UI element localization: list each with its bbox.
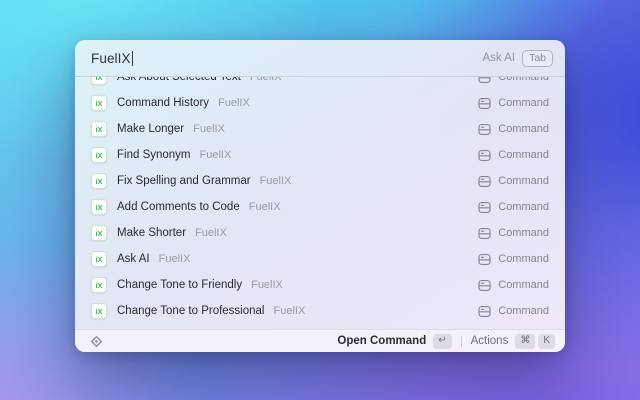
command-title: Add Comments to Code (117, 201, 240, 213)
command-type-icon (478, 253, 491, 266)
fuelix-app-icon: iX (91, 147, 107, 163)
command-title: Change Tone to Friendly (117, 279, 243, 291)
command-type-icon (478, 201, 491, 214)
command-type-label: Command (498, 149, 549, 161)
command-type-icon (478, 97, 491, 110)
launcher-window: FuelIX Ask AI Tab iX Ask About Selected … (75, 40, 565, 352)
command-subtitle: FuelIX (259, 175, 292, 187)
fuelix-app-icon: iX (91, 77, 107, 85)
command-type-icon (478, 149, 491, 162)
footer-divider (460, 335, 462, 347)
command-subtitle: FuelIX (218, 97, 250, 109)
command-title: Change Tone to Professional (117, 305, 265, 317)
actions-button[interactable]: Actions (471, 335, 509, 347)
command-subtitle: FuelIX (248, 201, 281, 213)
k-key-badge: K (538, 333, 555, 349)
command-title: Ask AI (117, 253, 150, 265)
command-title: Make Longer (117, 123, 185, 135)
command-type-label: Command (498, 97, 549, 109)
fuelix-app-icon: iX (91, 173, 107, 189)
text-caret (131, 50, 134, 66)
command-title: Fix Spelling and Grammar (117, 175, 251, 187)
list-item[interactable]: iX Ask About Selected Text FuelIX Comman… (83, 77, 557, 90)
command-title: Command History (117, 97, 210, 109)
fuelix-app-icon: iX (91, 121, 107, 137)
command-type-label: Command (498, 201, 549, 213)
command-type-label: Command (498, 175, 549, 187)
command-subtitle: FuelIX (193, 123, 225, 135)
command-subtitle: FuelIX (158, 253, 191, 265)
command-type-label: Command (498, 279, 549, 291)
list-item[interactable]: iX Make Shorter FuelIX Command (83, 220, 557, 246)
fuelix-app-icon: iX (91, 225, 107, 241)
command-title: Ask About Selected Text (117, 77, 241, 83)
command-type-label: Command (498, 227, 549, 239)
command-type-label: Command (498, 123, 549, 135)
list-item[interactable]: iX Command History FuelIX Command (83, 90, 557, 116)
fuelix-app-icon: iX (91, 303, 107, 319)
cmd-key-badge: ⌘ (515, 333, 536, 349)
command-subtitle: FuelIX (273, 305, 306, 317)
command-type-icon (478, 123, 491, 136)
fuelix-app-icon: iX (91, 277, 107, 293)
command-list-viewport: iX Ask About Selected Text FuelIX Comman… (75, 77, 565, 329)
command-type-icon (478, 279, 491, 292)
search-input[interactable]: FuelIX (91, 51, 131, 66)
command-title: Find Synonym (117, 149, 191, 161)
command-type-label: Command (498, 77, 549, 83)
command-title: Make Shorter (117, 227, 187, 239)
search-bar: FuelIX Ask AI Tab (75, 40, 565, 77)
list-item[interactable]: iX Change Tone to Professional FuelIX Co… (83, 298, 557, 324)
command-list: iX Ask About Selected Text FuelIX Comman… (83, 77, 557, 324)
enter-key-badge: ↵ (433, 333, 452, 349)
command-type-icon (478, 305, 491, 318)
fuelix-app-icon: iX (91, 251, 107, 267)
app-logo-icon (89, 334, 104, 349)
command-subtitle: FuelIX (195, 227, 227, 239)
command-subtitle: FuelIX (249, 77, 282, 83)
command-type-icon (478, 227, 491, 240)
tab-key-badge: Tab (522, 49, 553, 67)
list-item[interactable]: iX Change Tone to Friendly FuelIX Comman… (83, 272, 557, 298)
fuelix-app-icon: iX (91, 95, 107, 111)
command-type-icon (478, 77, 491, 84)
list-item[interactable]: iX Ask AI FuelIX Command (83, 246, 557, 272)
footer-bar: Open Command ↵ Actions ⌘ K (75, 329, 565, 352)
list-item[interactable]: iX Make Longer FuelIX Command (83, 116, 557, 142)
command-subtitle: FuelIX (251, 279, 283, 291)
open-command-button[interactable]: Open Command (337, 335, 426, 347)
list-item[interactable]: iX Fix Spelling and Grammar FuelIX Comma… (83, 168, 557, 194)
command-type-label: Command (498, 305, 549, 317)
fuelix-app-icon: iX (91, 199, 107, 215)
list-item[interactable]: iX Find Synonym FuelIX Command (83, 142, 557, 168)
list-item[interactable]: iX Add Comments to Code FuelIX Command (83, 194, 557, 220)
ask-ai-hint[interactable]: Ask AI (482, 52, 515, 64)
command-subtitle: FuelIX (199, 149, 232, 161)
command-type-icon (478, 175, 491, 188)
command-type-label: Command (498, 253, 549, 265)
